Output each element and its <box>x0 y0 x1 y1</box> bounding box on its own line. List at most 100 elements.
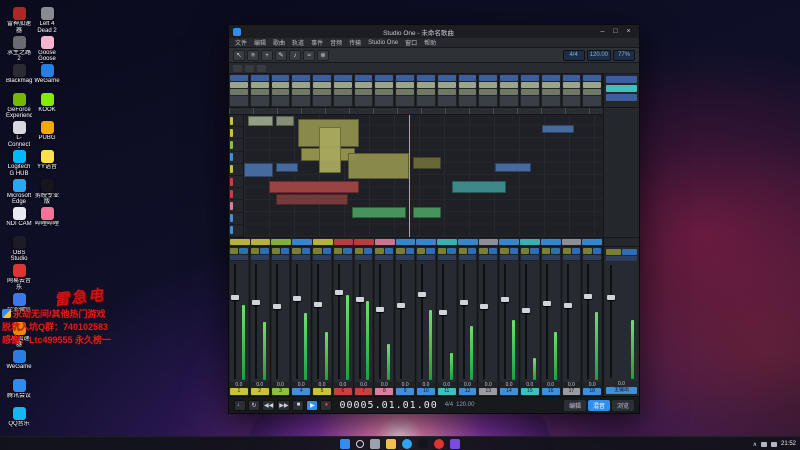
channel-group-tag[interactable] <box>416 239 437 245</box>
desktop-icon[interactable]: KOOK <box>34 92 60 114</box>
play-button[interactable]: ▶ <box>306 399 319 411</box>
audio-clip[interactable] <box>269 181 359 193</box>
mute-button[interactable] <box>354 248 364 254</box>
audio-clip[interactable] <box>412 207 442 218</box>
menu-item[interactable]: 窗口 <box>405 38 417 47</box>
desktop-icon[interactable]: WeGame <box>6 350 32 371</box>
mixer-channel-strip[interactable]: 0.0 11 <box>437 247 458 396</box>
menu-item[interactable]: 事件 <box>311 38 323 47</box>
channel-name-tag[interactable]: 7 <box>354 388 373 395</box>
fader-handle[interactable] <box>314 301 323 307</box>
solo-button[interactable] <box>343 248 352 254</box>
audio-clip[interactable] <box>244 163 273 177</box>
insert-slot[interactable] <box>437 89 456 95</box>
insert-slot[interactable] <box>500 82 518 88</box>
desktop-icon[interactable]: Microsoft Edge <box>6 178 32 206</box>
loop-button[interactable]: ↻ <box>248 399 260 411</box>
insert-slot-empty[interactable] <box>417 96 435 106</box>
insert-slot-empty[interactable] <box>313 96 331 106</box>
fader-handle[interactable] <box>607 295 615 301</box>
channel-name-tag[interactable]: 3 <box>271 388 290 395</box>
track-header-row[interactable] <box>229 188 243 201</box>
channel-name-tag[interactable]: 14 <box>500 388 518 395</box>
io-selector[interactable] <box>292 255 311 260</box>
desktop-icon[interactable]: Left 4 Dead 2 <box>34 7 60 34</box>
audio-clip[interactable] <box>541 125 575 133</box>
desktop-icon[interactable]: 剪映专业版 <box>34 178 60 206</box>
insert-slot[interactable] <box>354 82 373 88</box>
solo-button[interactable] <box>551 248 560 254</box>
close-button[interactable]: × <box>622 26 635 37</box>
channel-group-tag[interactable] <box>375 239 395 245</box>
menu-item[interactable]: 轨道 <box>292 38 304 47</box>
rack-column[interactable] <box>312 74 333 107</box>
track-header-row[interactable] <box>229 225 243 238</box>
fader-handle[interactable] <box>542 300 551 306</box>
audio-clip[interactable] <box>412 157 442 169</box>
fader-handle[interactable] <box>459 299 468 305</box>
fader-handle[interactable] <box>480 304 489 310</box>
track-header-row[interactable] <box>229 127 243 140</box>
mute-button[interactable] <box>606 249 621 255</box>
insert-slot[interactable] <box>230 89 248 95</box>
fader-handle[interactable] <box>293 295 302 301</box>
track-header-row[interactable] <box>229 152 243 164</box>
channel-name-tag[interactable]: 18 <box>583 388 602 395</box>
rack-column[interactable] <box>271 74 292 107</box>
insert-slot[interactable] <box>271 89 290 95</box>
insert-slot[interactable] <box>292 82 311 88</box>
insert-slot[interactable] <box>500 89 518 95</box>
audio-clip[interactable] <box>276 194 349 205</box>
channel-name-tag[interactable]: 16 <box>541 388 560 395</box>
io-selector[interactable] <box>520 255 539 260</box>
studio-one-icon[interactable] <box>450 439 460 449</box>
desktop-icon[interactable]: Logitech G HUB <box>6 150 32 177</box>
solo-button[interactable] <box>571 248 581 254</box>
insert-slot[interactable] <box>230 82 248 88</box>
add-track-button[interactable] <box>233 64 242 72</box>
desktop-icon[interactable]: NDI CAM <box>6 207 32 228</box>
solo-button[interactable] <box>322 248 331 254</box>
insert-slot-empty[interactable] <box>479 96 498 106</box>
fader-handle[interactable] <box>438 310 447 316</box>
channel-name-tag[interactable]: 4 <box>292 388 311 395</box>
channel-name-tag[interactable]: 11 <box>437 388 456 395</box>
desktop-icon[interactable]: 腾讯会议 <box>6 378 32 400</box>
insert-slot[interactable] <box>313 82 331 88</box>
insert-slot[interactable] <box>458 82 477 88</box>
io-selector[interactable] <box>230 255 248 260</box>
channel-name-tag[interactable]: 5 <box>313 388 331 395</box>
mixer-channel-strip[interactable]: 0.0 6 <box>333 247 354 396</box>
channel-group-tag[interactable] <box>540 239 561 245</box>
solo-button[interactable] <box>364 248 373 254</box>
channel-group-tag[interactable] <box>395 239 416 245</box>
channel-name-tag[interactable]: 6 <box>333 388 352 395</box>
mute-button[interactable] <box>313 248 322 254</box>
metronome-button[interactable]: ♩ <box>234 399 246 411</box>
solo-button[interactable] <box>384 248 394 254</box>
insert-slot[interactable] <box>583 89 602 95</box>
io-selector[interactable] <box>479 255 498 260</box>
fader-handle[interactable] <box>563 303 572 309</box>
edge-icon[interactable] <box>402 439 412 449</box>
insert-slot[interactable] <box>541 82 560 88</box>
channel-group-tag[interactable] <box>292 239 312 245</box>
solo-button[interactable] <box>467 248 477 254</box>
arrangement-canvas[interactable] <box>244 115 603 237</box>
insert-slot[interactable] <box>333 82 352 88</box>
start-button[interactable] <box>340 439 350 449</box>
solo-button[interactable] <box>622 249 637 255</box>
fader-handle[interactable] <box>355 297 364 303</box>
desktop-icon[interactable]: OBS Studio <box>6 235 32 263</box>
channel-group-tag[interactable] <box>271 239 292 245</box>
desktop-icon[interactable]: Blackmagic <box>6 64 32 85</box>
mute-button[interactable] <box>520 248 530 254</box>
insert-slot[interactable] <box>479 89 498 95</box>
record-button[interactable]: ● <box>320 399 333 411</box>
mute-button[interactable] <box>292 248 301 254</box>
mixer-channel-strip[interactable]: 0.0 17 <box>562 247 583 396</box>
mute-button[interactable] <box>230 248 239 254</box>
channel-group-tag[interactable] <box>478 239 499 245</box>
task-view-icon[interactable] <box>370 439 380 449</box>
netease-music-icon[interactable] <box>434 439 444 449</box>
